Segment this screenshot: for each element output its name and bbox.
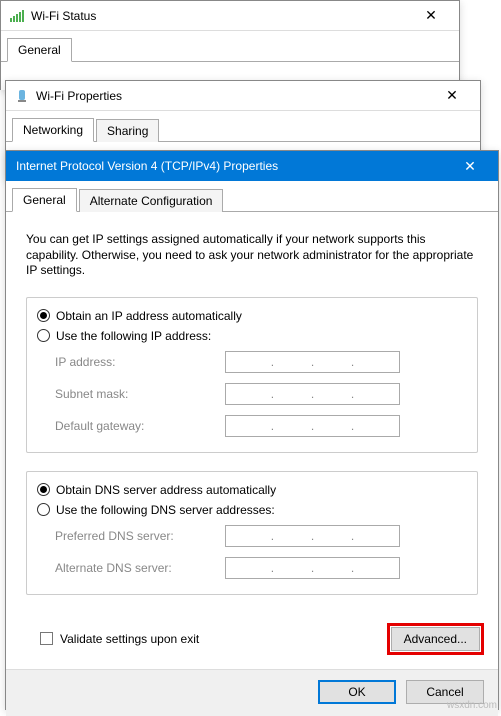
preferred-dns-row: Preferred DNS server: ... bbox=[37, 520, 467, 552]
wifi-signal-icon bbox=[9, 8, 25, 24]
radio-ip-manual[interactable]: Use the following IP address: bbox=[37, 326, 467, 346]
close-icon[interactable]: ✕ bbox=[411, 7, 451, 24]
preferred-dns-input: ... bbox=[225, 525, 400, 547]
ok-button[interactable]: OK bbox=[318, 680, 396, 704]
subnet-input: ... bbox=[225, 383, 400, 405]
ip-address-label: IP address: bbox=[55, 355, 225, 369]
watermark: wsxdn.com bbox=[447, 700, 497, 711]
radio-icon bbox=[37, 503, 50, 516]
ip-address-row: IP address: ... bbox=[37, 346, 467, 378]
dialog-buttons-row: OK Cancel bbox=[6, 669, 498, 716]
checkbox-icon bbox=[40, 632, 53, 645]
wifi-props-tabs: Networking Sharing bbox=[6, 111, 480, 142]
tab-general[interactable]: General bbox=[12, 188, 77, 212]
alternate-dns-row: Alternate DNS server: ... bbox=[37, 552, 467, 584]
radio-ip-manual-label: Use the following IP address: bbox=[56, 329, 211, 343]
wifi-status-window: Wi-Fi Status ✕ General bbox=[0, 0, 460, 90]
tab-networking[interactable]: Networking bbox=[12, 118, 94, 142]
ip-groupbox: Obtain an IP address automatically Use t… bbox=[26, 297, 478, 453]
gateway-label: Default gateway: bbox=[55, 419, 225, 433]
dns-groupbox: Obtain DNS server address automatically … bbox=[26, 471, 478, 595]
advanced-highlight: Advanced... bbox=[387, 623, 484, 655]
ip-address-input: ... bbox=[225, 351, 400, 373]
gateway-input: ... bbox=[225, 415, 400, 437]
adapter-icon bbox=[14, 88, 30, 104]
ipv4-titlebar: Internet Protocol Version 4 (TCP/IPv4) P… bbox=[6, 151, 498, 181]
wifi-props-title: Wi-Fi Properties bbox=[36, 89, 432, 103]
tab-alternate-config[interactable]: Alternate Configuration bbox=[79, 189, 224, 212]
tab-general[interactable]: General bbox=[7, 38, 72, 62]
radio-ip-auto-label: Obtain an IP address automatically bbox=[56, 309, 242, 323]
preferred-dns-label: Preferred DNS server: bbox=[55, 529, 225, 543]
close-icon[interactable]: ✕ bbox=[450, 158, 490, 175]
wifi-status-titlebar: Wi-Fi Status ✕ bbox=[1, 1, 459, 31]
radio-ip-auto[interactable]: Obtain an IP address automatically bbox=[37, 306, 467, 326]
radio-dns-manual-label: Use the following DNS server addresses: bbox=[56, 503, 275, 517]
radio-icon bbox=[37, 309, 50, 322]
radio-dns-auto-label: Obtain DNS server address automatically bbox=[56, 483, 276, 497]
validate-label: Validate settings upon exit bbox=[60, 632, 199, 646]
ipv4-tabs: General Alternate Configuration bbox=[6, 181, 498, 212]
wifi-props-titlebar: Wi-Fi Properties ✕ bbox=[6, 81, 480, 111]
close-icon[interactable]: ✕ bbox=[432, 87, 472, 104]
wifi-status-title: Wi-Fi Status bbox=[31, 9, 411, 23]
subnet-row: Subnet mask: ... bbox=[37, 378, 467, 410]
wifi-status-tabs: General bbox=[1, 31, 459, 62]
alternate-dns-input: ... bbox=[225, 557, 400, 579]
radio-icon bbox=[37, 483, 50, 496]
validate-and-advanced-row: Validate settings upon exit Advanced... bbox=[6, 623, 498, 669]
ipv4-body: You can get IP settings assigned automat… bbox=[6, 212, 498, 623]
ipv4-title: Internet Protocol Version 4 (TCP/IPv4) P… bbox=[16, 159, 450, 173]
ipv4-properties-window: Internet Protocol Version 4 (TCP/IPv4) P… bbox=[5, 150, 499, 710]
ip-description: You can get IP settings assigned automat… bbox=[26, 232, 478, 279]
alternate-dns-label: Alternate DNS server: bbox=[55, 561, 225, 575]
radio-dns-auto[interactable]: Obtain DNS server address automatically bbox=[37, 480, 467, 500]
gateway-row: Default gateway: ... bbox=[37, 410, 467, 442]
advanced-button[interactable]: Advanced... bbox=[391, 627, 480, 651]
subnet-label: Subnet mask: bbox=[55, 387, 225, 401]
radio-dns-manual[interactable]: Use the following DNS server addresses: bbox=[37, 500, 467, 520]
validate-checkbox-row[interactable]: Validate settings upon exit bbox=[40, 632, 199, 646]
radio-icon bbox=[37, 329, 50, 342]
tab-sharing[interactable]: Sharing bbox=[96, 119, 159, 142]
